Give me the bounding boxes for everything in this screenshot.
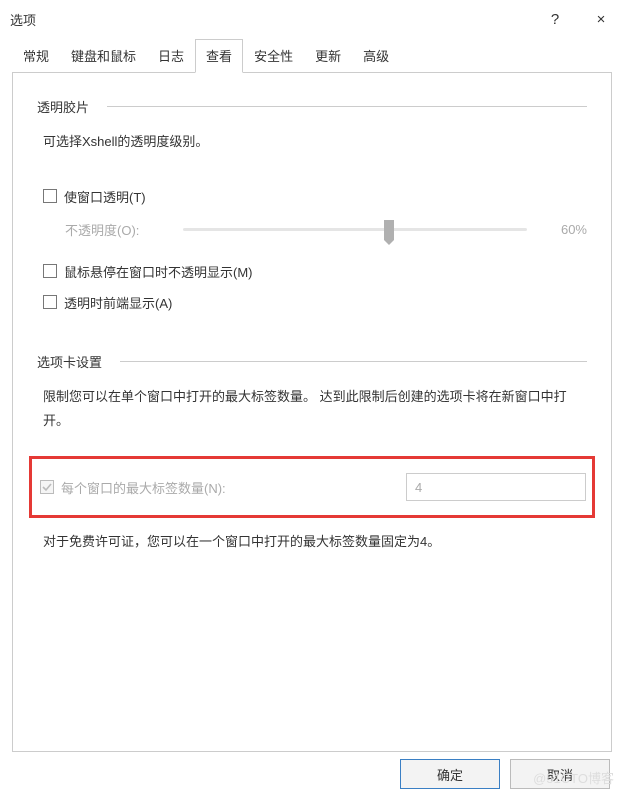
divider	[120, 361, 587, 362]
tabs-desc: 限制您可以在单个窗口中打开的最大标签数量。 达到此限制后创建的选项卡将在新窗口中…	[43, 385, 587, 434]
section-transparency-title: 透明胶片	[37, 97, 107, 116]
checkbox-hover-opaque[interactable]	[43, 264, 57, 278]
tab-panel: 透明胶片 可选择Xshell的透明度级别。 使窗口透明(T) 不透明度(O): …	[12, 72, 612, 752]
ok-button[interactable]: 确定	[400, 759, 500, 789]
divider	[107, 106, 587, 107]
row-always-top: 透明时前端显示(A)	[43, 293, 587, 312]
window-title: 选项	[10, 10, 532, 29]
label-max-tabs: 每个窗口的最大标签数量(N):	[61, 478, 406, 497]
row-opacity: 不透明度(O): 60%	[65, 218, 587, 242]
dialog-footer: 确定 取消	[400, 759, 610, 789]
label-make-transparent: 使窗口透明(T)	[64, 187, 146, 206]
checkbox-max-tabs	[40, 480, 54, 494]
section-tabs-title: 选项卡设置	[37, 352, 120, 371]
slider-thumb[interactable]	[384, 220, 394, 240]
label-always-top: 透明时前端显示(A)	[64, 293, 172, 312]
cancel-button[interactable]: 取消	[510, 759, 610, 789]
row-make-transparent: 使窗口透明(T)	[43, 187, 587, 206]
row-hover-opaque: 鼠标悬停在窗口时不透明显示(M)	[43, 262, 587, 281]
tab-update[interactable]: 更新	[304, 39, 352, 73]
tab-keyboard-mouse[interactable]: 键盘和鼠标	[60, 39, 147, 73]
titlebar: 选项 ? ×	[0, 0, 624, 38]
section-tabs-header: 选项卡设置	[37, 352, 587, 371]
slider-opacity[interactable]	[183, 218, 527, 242]
label-opacity: 不透明度(O):	[65, 220, 183, 239]
input-max-tabs	[406, 473, 586, 501]
checkbox-make-transparent[interactable]	[43, 189, 57, 203]
transparency-desc: 可选择Xshell的透明度级别。	[43, 130, 587, 155]
tabs-note: 对于免费许可证，您可以在一个窗口中打开的最大标签数量固定为4。	[43, 530, 587, 555]
checkbox-always-top[interactable]	[43, 295, 57, 309]
help-button[interactable]: ?	[532, 3, 578, 35]
tab-general[interactable]: 常规	[12, 39, 60, 73]
close-button[interactable]: ×	[578, 3, 624, 35]
opacity-value: 60%	[547, 222, 587, 237]
tab-strip: 常规 键盘和鼠标 日志 查看 安全性 更新 高级	[0, 38, 624, 72]
section-transparency-header: 透明胶片	[37, 97, 587, 116]
check-icon	[42, 482, 52, 492]
slider-track	[183, 228, 527, 231]
tab-security[interactable]: 安全性	[243, 39, 304, 73]
tab-advanced[interactable]: 高级	[352, 39, 400, 73]
label-hover-opaque: 鼠标悬停在窗口时不透明显示(M)	[64, 262, 253, 281]
tab-log[interactable]: 日志	[147, 39, 195, 73]
tab-view[interactable]: 查看	[195, 39, 243, 73]
highlight-box: 每个窗口的最大标签数量(N):	[29, 456, 595, 518]
